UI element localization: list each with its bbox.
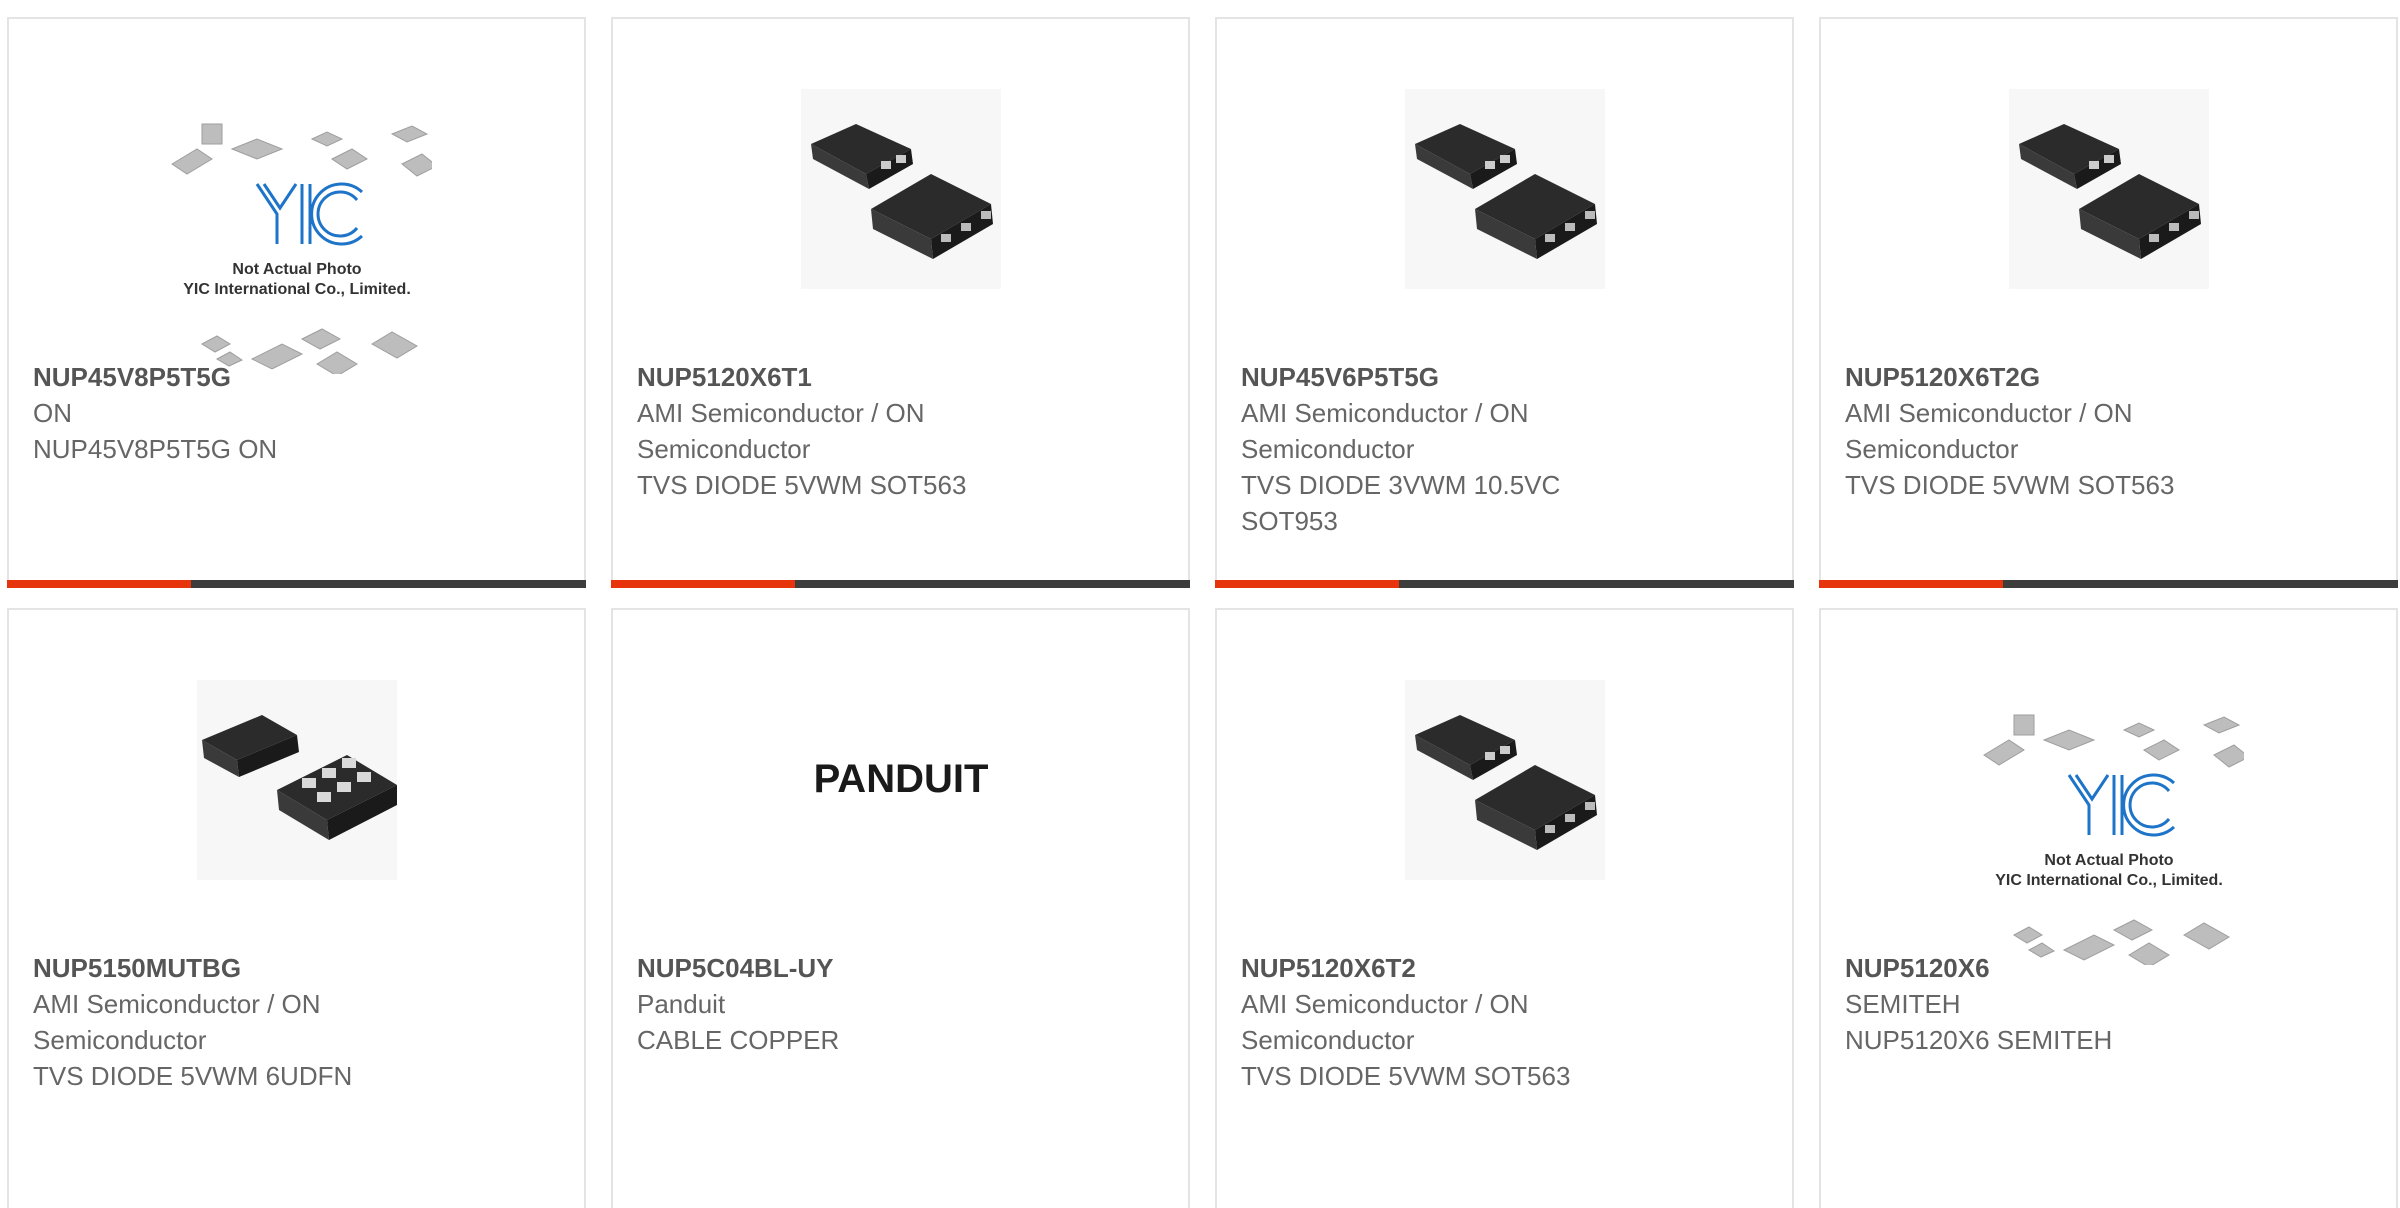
panduit-logo-icon: PANDUIT: [813, 757, 988, 801]
description: TVS DIODE 5VWM 6UDFN: [33, 1061, 353, 1091]
manufacturer: SEMITEH: [1845, 989, 1961, 1019]
sot563-package-icon: [2008, 89, 2209, 289]
product-info: NUP45V6P5T5G AMI Semiconductor / ON Semi…: [1241, 359, 1768, 539]
card-footer-bar: [7, 580, 586, 588]
product-card[interactable]: NUP5120X6T2 AMI Semiconductor / ON Semic…: [1215, 608, 1794, 1208]
product-card[interactable]: Not Actual Photo YIC International Co., …: [1819, 608, 2398, 1208]
manufacturer: AMI Semiconductor / ON Semiconductor: [637, 398, 925, 464]
product-info: NUP5C04BL-UY Panduit CABLE COPPER: [637, 950, 1164, 1058]
part-number-link[interactable]: NUP5120X6T2: [1241, 950, 1768, 986]
product-info: NUP5120X6T2G AMI Semiconductor / ON Semi…: [1845, 359, 2372, 503]
sot953-package-icon: [1404, 89, 1605, 289]
part-number-link[interactable]: NUP5150MUTBG: [33, 950, 560, 986]
description: NUP5120X6 SEMITEH: [1845, 1025, 2113, 1055]
product-grid: Not Actual Photo YIC International Co., …: [7, 17, 2400, 1208]
manufacturer: AMI Semiconductor / ON Semiconductor: [1241, 989, 1529, 1055]
description: TVS DIODE 5VWM SOT563: [1845, 470, 2175, 500]
sot563-package-icon: [800, 89, 1001, 289]
placeholder-photo-icon: Not Actual Photo YIC International Co., …: [170, 123, 432, 374]
part-number-link[interactable]: NUP5120X6T2G: [1845, 359, 2372, 395]
placeholder-photo-icon: Not Actual Photo YIC International Co., …: [1982, 714, 2244, 965]
manufacturer: AMI Semiconductor / ON Semiconductor: [1845, 398, 2133, 464]
part-number-link[interactable]: NUP5C04BL-UY: [637, 950, 1164, 986]
part-number-link[interactable]: NUP5120X6T1: [637, 359, 1164, 395]
product-info: NUP5120X6 SEMITEH NUP5120X6 SEMITEH: [1845, 950, 2372, 1058]
manufacturer: ON: [33, 398, 72, 428]
svg-text:PANDUIT: PANDUIT: [813, 757, 988, 801]
udfn-package-icon: [196, 680, 397, 880]
card-footer-bar: [1819, 580, 2398, 588]
card-footer-bar: [1215, 580, 1794, 588]
svg-text:Not Actual Photo: Not Actual Photo: [232, 261, 361, 278]
product-info: NUP5120X6T2 AMI Semiconductor / ON Semic…: [1241, 950, 1768, 1094]
card-accent-bar: [611, 580, 795, 588]
description: TVS DIODE 3VWM 10.5VC SOT953: [1241, 470, 1561, 536]
sot563-package-icon: [1404, 680, 1605, 880]
product-info: NUP5120X6T1 AMI Semiconductor / ON Semic…: [637, 359, 1164, 503]
card-accent-bar: [1819, 580, 2003, 588]
description: TVS DIODE 5VWM SOT563: [637, 470, 967, 500]
product-card[interactable]: NUP5120X6T2G AMI Semiconductor / ON Semi…: [1819, 17, 2398, 588]
description: NUP45V8P5T5G ON: [33, 434, 278, 464]
product-info: NUP45V8P5T5G ON NUP45V8P5T5G ON: [33, 359, 560, 467]
product-card[interactable]: NUP5150MUTBG AMI Semiconductor / ON Semi…: [7, 608, 586, 1208]
card-accent-bar: [7, 580, 191, 588]
svg-text:Not Actual Photo: Not Actual Photo: [2044, 852, 2173, 869]
description: CABLE COPPER: [637, 1025, 840, 1055]
card-accent-bar: [1215, 580, 1399, 588]
manufacturer: AMI Semiconductor / ON Semiconductor: [1241, 398, 1529, 464]
product-card[interactable]: NUP45V6P5T5G AMI Semiconductor / ON Semi…: [1215, 17, 1794, 588]
part-number-link[interactable]: NUP45V6P5T5G: [1241, 359, 1768, 395]
card-footer-bar: [611, 580, 1190, 588]
description: TVS DIODE 5VWM SOT563: [1241, 1061, 1571, 1091]
part-number-link[interactable]: NUP5120X6: [1845, 950, 2372, 986]
product-info: NUP5150MUTBG AMI Semiconductor / ON Semi…: [33, 950, 560, 1094]
product-card[interactable]: NUP5120X6T1 AMI Semiconductor / ON Semic…: [611, 17, 1190, 588]
svg-text:YIC International Co., Limited: YIC International Co., Limited.: [183, 281, 411, 298]
product-card[interactable]: Not Actual Photo YIC International Co., …: [7, 17, 586, 588]
product-card[interactable]: PANDUIT NUP5C04BL-UY Panduit CABLE COPPE…: [611, 608, 1190, 1208]
svg-text:YIC International Co., Limited: YIC International Co., Limited.: [1995, 872, 2223, 889]
part-number-link[interactable]: NUP45V8P5T5G: [33, 359, 560, 395]
manufacturer: AMI Semiconductor / ON Semiconductor: [33, 989, 321, 1055]
manufacturer: Panduit: [637, 989, 726, 1019]
